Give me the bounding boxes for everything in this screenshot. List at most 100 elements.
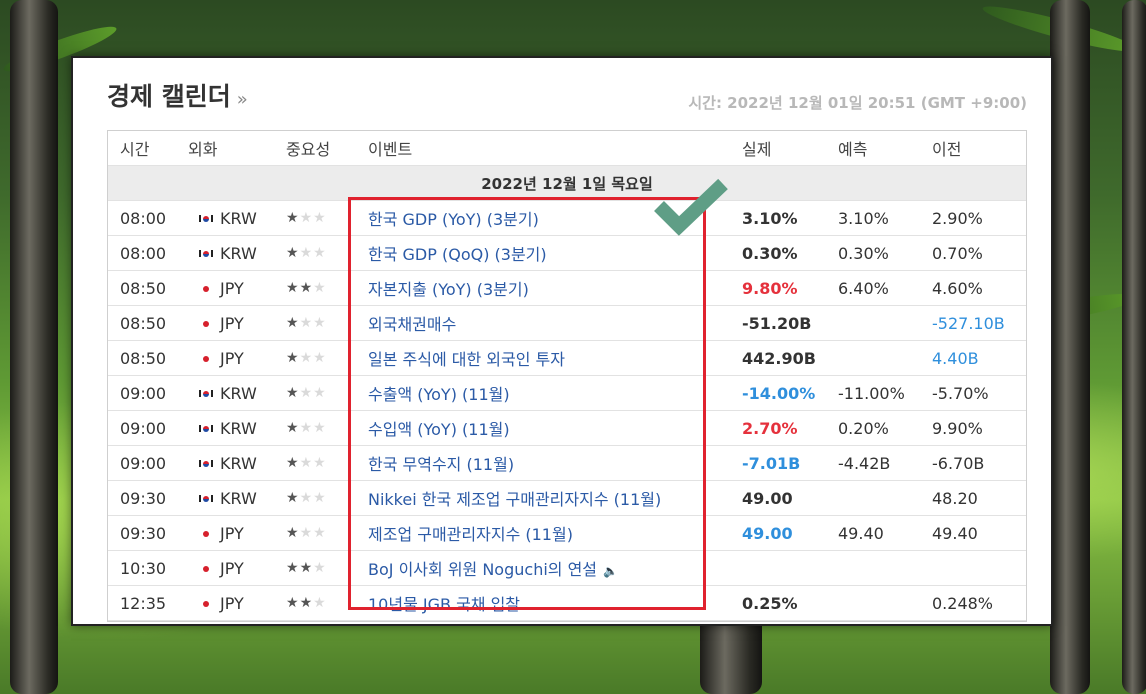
col-event-header: 이벤트 — [368, 140, 413, 159]
currency: KRW — [188, 244, 286, 263]
star-icon: ★ — [299, 315, 314, 331]
actual-value: 49.00 — [742, 523, 793, 543]
forecast-value: 49.40 — [838, 523, 884, 543]
col-importance-header: 중요성 — [286, 140, 331, 159]
currency: KRW — [188, 489, 286, 508]
japan-flag-icon — [198, 352, 214, 364]
currency-code: KRW — [220, 453, 257, 473]
actual-value: 442.90B — [742, 348, 816, 368]
previous-value: 2.90% — [932, 208, 983, 228]
star-icon: ★ — [286, 315, 300, 331]
forecast-value: 3.10% — [838, 208, 889, 228]
korea-flag-icon — [198, 387, 214, 399]
star-icon: ★ — [313, 490, 327, 506]
event-time: 08:50 — [120, 348, 167, 368]
korea-flag-icon — [198, 422, 214, 434]
star-icon: ★ — [313, 315, 327, 331]
page-title[interactable]: 경제 캘린더 » — [107, 77, 248, 113]
actual-value: -7.01B — [742, 453, 801, 473]
palm-trunk — [1122, 0, 1146, 694]
star-icon: ★ — [286, 455, 300, 471]
event-time: 10:30 — [120, 558, 167, 578]
currency-code: JPY — [220, 593, 244, 613]
forecast-value: 0.20% — [838, 418, 889, 438]
previous-value: 0.70% — [932, 243, 983, 263]
current-time: 시간: 2022년 12월 01일 20:51 (GMT +9:00) — [688, 94, 1027, 112]
star-icon: ★ — [286, 420, 300, 436]
star-icon: ★ — [299, 210, 314, 226]
japan-flag-icon — [198, 282, 214, 294]
previous-value: -6.70B — [932, 453, 985, 473]
star-icon: ★ — [313, 525, 327, 541]
col-time-header: 시간 — [120, 140, 150, 159]
forecast-value: -11.00% — [838, 383, 905, 403]
star-icon: ★ — [299, 455, 314, 471]
star-icon: ★ — [299, 490, 314, 506]
star-icon: ★ — [299, 280, 314, 296]
currency: JPY — [188, 349, 286, 368]
economic-calendar-panel: 경제 캘린더 » 시간: 2022년 12월 01일 20:51 (GMT +9:… — [71, 56, 1053, 626]
currency-code: KRW — [220, 208, 257, 228]
star-icon: ★ — [313, 210, 327, 226]
currency-code: KRW — [220, 418, 257, 438]
korea-flag-icon — [198, 212, 214, 224]
col-forecast-header: 예측 — [838, 140, 868, 159]
star-icon: ★ — [299, 245, 314, 261]
currency-code: JPY — [220, 558, 244, 578]
forecast-value: 6.40% — [838, 278, 889, 298]
currency: KRW — [188, 384, 286, 403]
currency: KRW — [188, 419, 286, 438]
currency-code: KRW — [220, 243, 257, 263]
col-actual-header: 실제 — [742, 140, 772, 159]
palm-trunk — [1050, 0, 1090, 694]
event-time: 08:50 — [120, 313, 167, 333]
currency-code: JPY — [220, 523, 244, 543]
star-icon: ★ — [313, 560, 327, 576]
star-icon: ★ — [299, 525, 314, 541]
japan-flag-icon — [198, 317, 214, 329]
checkmark-icon — [654, 178, 728, 236]
star-icon: ★ — [313, 245, 327, 261]
col-currency-header: 외화 — [188, 140, 218, 159]
actual-value: 9.80% — [742, 278, 798, 298]
event-time: 08:50 — [120, 278, 167, 298]
korea-flag-icon — [198, 492, 214, 504]
star-icon: ★ — [313, 350, 327, 366]
star-icon: ★ — [286, 525, 300, 541]
more-arrow-icon[interactable]: » — [237, 89, 248, 110]
date-row: 2022년 12월 1일 목요일 — [108, 166, 1026, 201]
star-icon: ★ — [299, 385, 314, 401]
actual-value: 0.25% — [742, 593, 798, 613]
currency-code: KRW — [220, 488, 257, 508]
event-time: 09:30 — [120, 488, 167, 508]
actual-value: 49.00 — [742, 488, 793, 508]
currency-code: JPY — [220, 348, 244, 368]
event-time: 08:00 — [120, 243, 167, 263]
currency: KRW — [188, 454, 286, 473]
currency: JPY — [188, 524, 286, 543]
actual-value: -51.20B — [742, 313, 812, 333]
previous-value: -527.10B — [932, 313, 1005, 333]
palm-trunk — [10, 0, 58, 694]
star-icon: ★ — [299, 350, 314, 366]
previous-value: 0.248% — [932, 593, 994, 613]
previous-value: 4.60% — [932, 278, 983, 298]
page-title-text: 경제 캘린더 — [107, 82, 231, 111]
col-previous-header: 이전 — [932, 140, 962, 159]
actual-value: 0.30% — [742, 243, 798, 263]
previous-value: 49.40 — [932, 523, 978, 543]
star-icon: ★ — [286, 595, 300, 611]
korea-flag-icon — [198, 247, 214, 259]
star-icon: ★ — [299, 560, 314, 576]
currency: JPY — [188, 594, 286, 613]
currency: JPY — [188, 559, 286, 578]
star-icon: ★ — [286, 385, 300, 401]
star-icon: ★ — [313, 280, 327, 296]
star-icon: ★ — [286, 350, 300, 366]
previous-value: 4.40B — [932, 348, 979, 368]
star-icon: ★ — [286, 210, 300, 226]
event-time: 09:00 — [120, 453, 167, 473]
japan-flag-icon — [198, 527, 214, 539]
previous-value: 9.90% — [932, 418, 983, 438]
event-time: 09:30 — [120, 523, 167, 543]
